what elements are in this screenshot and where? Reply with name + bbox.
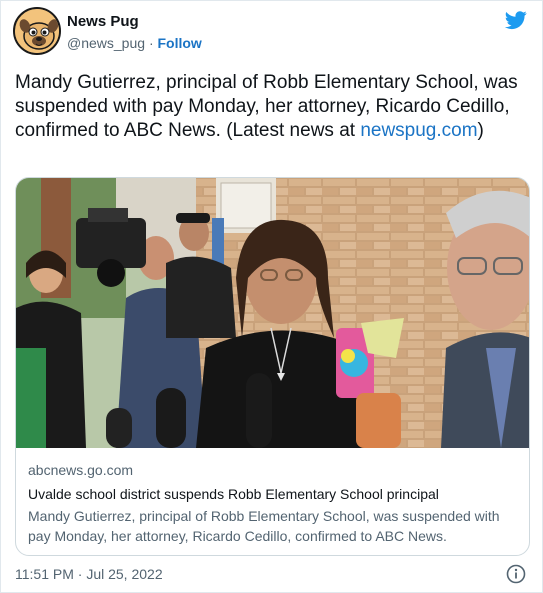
card-domain: abcnews.go.com xyxy=(28,462,134,478)
author-info: News Pug @news_pug · Follow xyxy=(67,13,202,53)
follow-button[interactable]: Follow xyxy=(158,35,202,51)
info-icon[interactable] xyxy=(506,564,526,584)
tweet-card: News Pug @news_pug · Follow Mandy Gutier… xyxy=(0,0,543,593)
tweet-timestamp[interactable]: 11:51 PM · Jul 25, 2022 xyxy=(15,566,163,582)
card-meta: abcnews.go.com Uvalde school district su… xyxy=(28,460,523,546)
tweet-text: Mandy Gutierrez, principal of Robb Eleme… xyxy=(15,71,525,143)
tweet-text-end: ) xyxy=(477,120,484,141)
author-avatar[interactable] xyxy=(13,7,61,55)
twitter-bird-icon[interactable] xyxy=(504,9,528,31)
pug-avatar-icon xyxy=(15,9,59,53)
link-preview-card[interactable]: abcnews.go.com Uvalde school district su… xyxy=(15,177,530,556)
separator-dot: · xyxy=(148,35,154,51)
card-title[interactable]: Uvalde school district suspends Robb Ele… xyxy=(28,484,523,504)
card-photo xyxy=(16,178,529,448)
tweet-link[interactable]: newspug.com xyxy=(360,120,477,141)
card-description: Mandy Gutierrez, principal of Robb Eleme… xyxy=(28,508,500,544)
author-handle[interactable]: @news_pug xyxy=(67,35,145,51)
author-display-name[interactable]: News Pug xyxy=(67,13,202,31)
author-handle-row: @news_pug · Follow xyxy=(67,33,202,53)
